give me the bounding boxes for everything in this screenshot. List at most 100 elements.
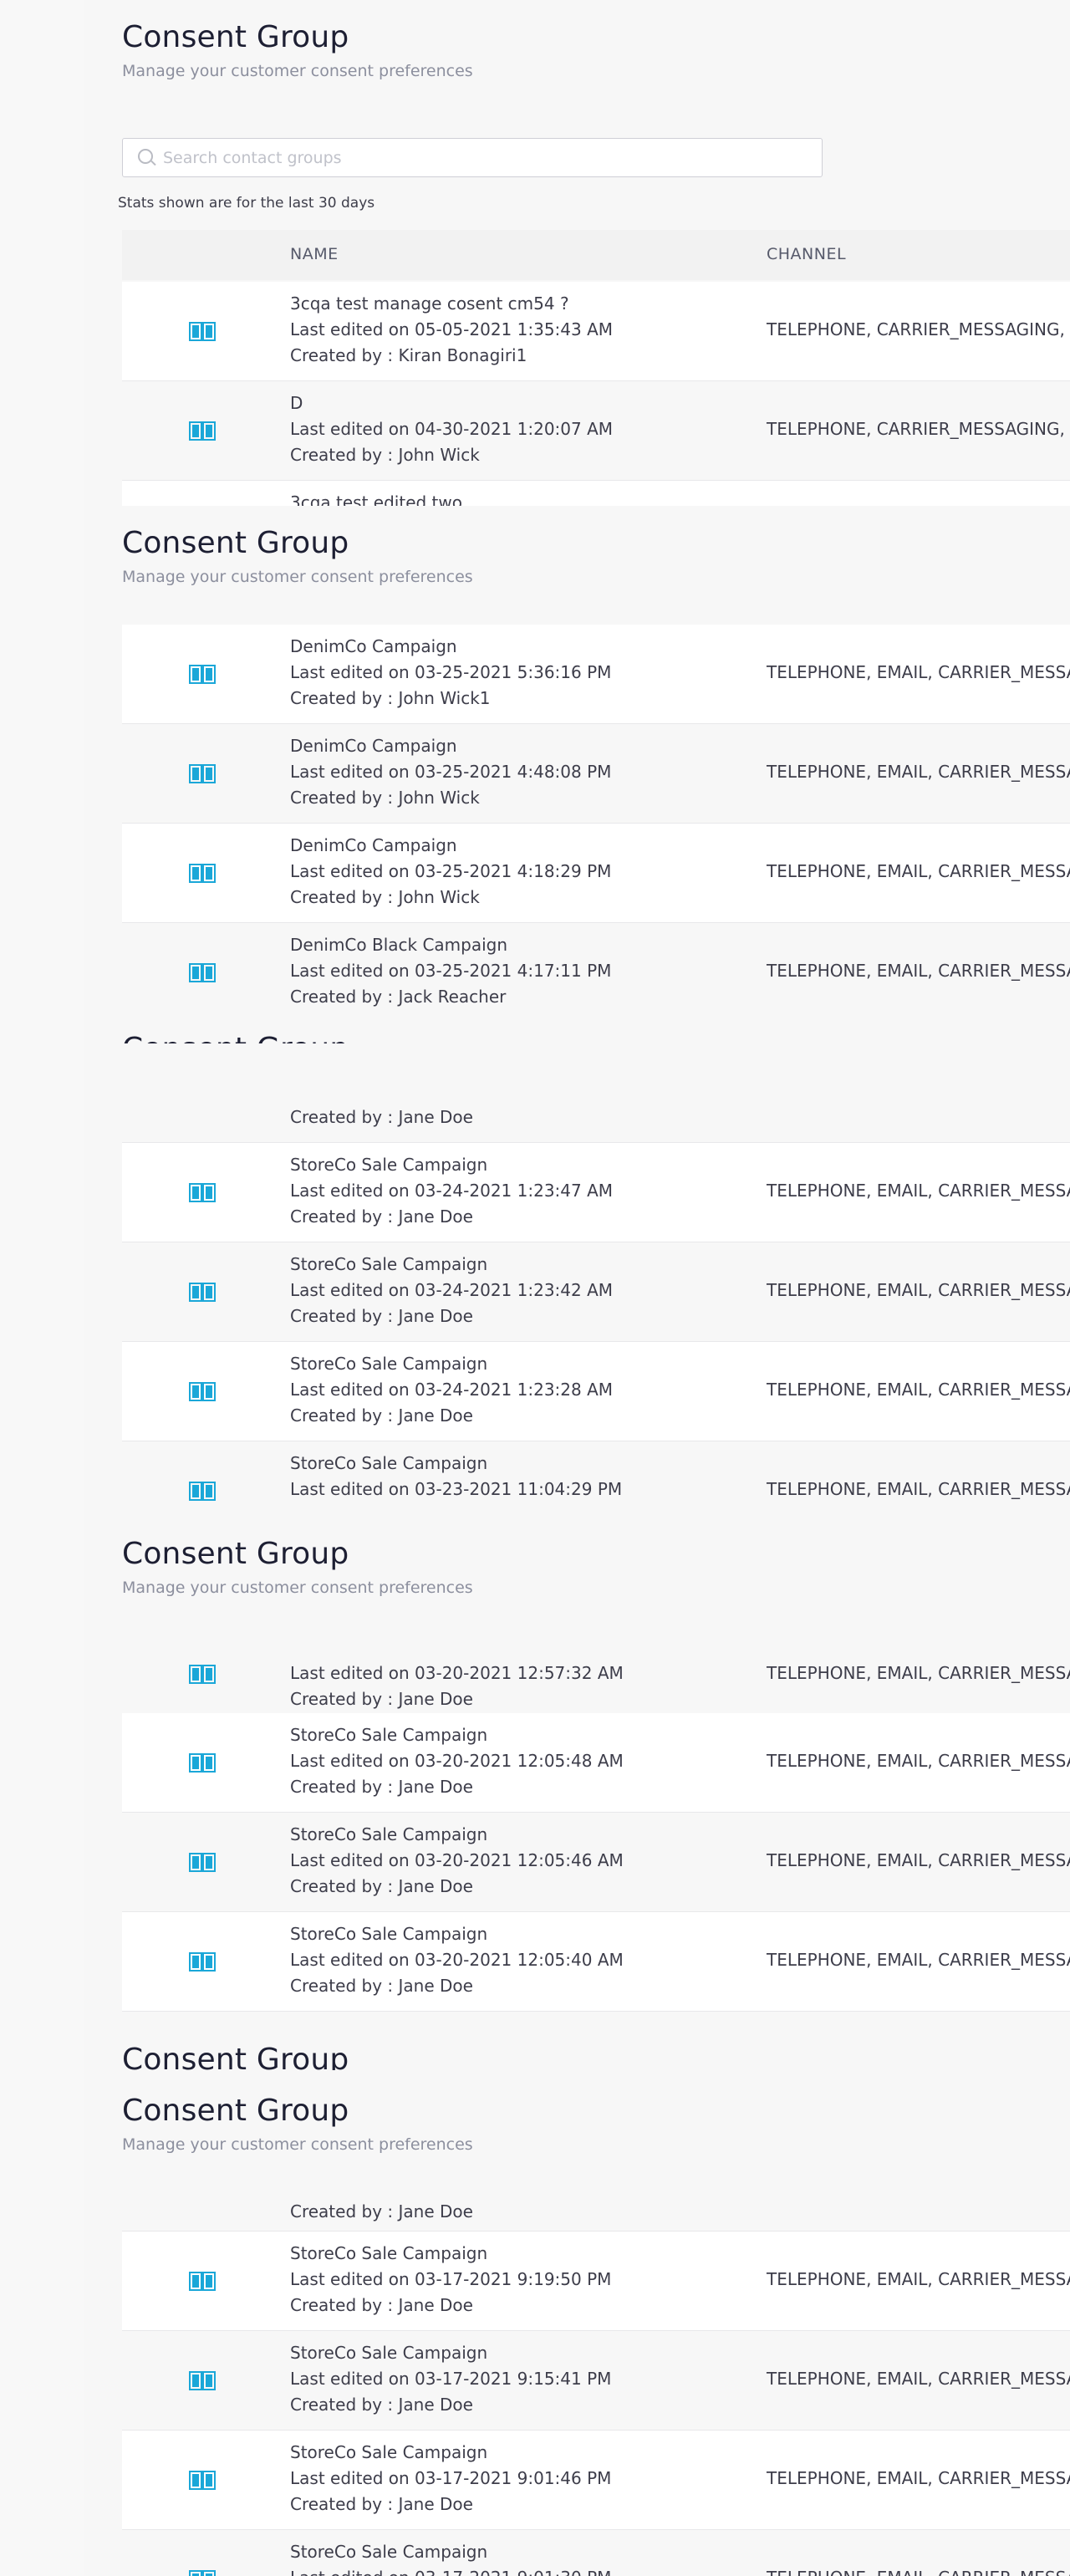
- row-channels: TELEPHONE, EMAIL, CARRIER_MESSAGING: [767, 961, 1070, 981]
- row-creator: Created by : Jane Doe: [290, 1689, 473, 1709]
- table-row[interactable]: StoreCo Sale Campaign Last edited on 03-…: [122, 2232, 1070, 2331]
- open-book-icon: [189, 963, 216, 982]
- table-row[interactable]: StoreCo Sale Campaign Last edited on 03-…: [122, 1713, 1070, 1813]
- open-book-icon: [189, 2570, 216, 2576]
- table-row[interactable]: 3cqa test manage cosent cm54 ? Last edit…: [122, 282, 1070, 381]
- table-row[interactable]: DenimCo Campaign Last edited on 03-25-20…: [122, 824, 1070, 923]
- row-creator: Created by : Jane Doe: [290, 1976, 473, 1996]
- table-row[interactable]: Last edited on 03-20-2021 12:57:32 AM Cr…: [122, 1613, 1070, 1726]
- row-name[interactable]: DenimCo Campaign: [290, 636, 457, 656]
- row-name[interactable]: StoreCo Sale Campaign: [290, 2542, 487, 2562]
- row-edited: Last edited on 03-20-2021 12:05:40 AM: [290, 1950, 624, 1970]
- page-subtitle: Manage your customer consent preferences: [122, 2135, 473, 2154]
- table-row[interactable]: DenimCo Black Campaign Last edited on 03…: [122, 923, 1070, 1012]
- row-creator: Created by : John Wick: [290, 887, 480, 907]
- row-channels: TELEPHONE, EMAIL, CARRIER_MESSAGING: [767, 662, 1070, 682]
- row-channels: TELEPHONE, EMAIL, CARRIER_MESSAGING: [767, 2269, 1070, 2289]
- row-channels: TELEPHONE, CARRIER_MESSAGING, EMAIL: [767, 319, 1070, 339]
- page-title: Consent Group: [122, 1537, 349, 1571]
- row-name[interactable]: StoreCo Sale Campaign: [290, 1155, 487, 1175]
- screen-frame-5: Consent Group Manage your customer conse…: [0, 2070, 1070, 2576]
- row-edited: Last edited on 03-24-2021 1:23:47 AM: [290, 1181, 614, 1201]
- row-edited: Last edited on 03-25-2021 4:48:08 PM: [290, 762, 612, 782]
- table-row[interactable]: Created by : Jane Doe: [122, 1043, 1070, 1143]
- page-title: Consent Group: [122, 526, 349, 560]
- screen-frame-4: Consent Group Manage your customer conse…: [0, 1517, 1070, 2070]
- open-book-icon: [189, 2371, 216, 2390]
- row-name[interactable]: StoreCo Sale Campaign: [290, 1254, 487, 1274]
- row-name[interactable]: D: [290, 393, 303, 413]
- row-creator: Created by : Jane Doe: [290, 1876, 473, 1896]
- row-name[interactable]: StoreCo Sale Campaign: [290, 1725, 487, 1745]
- page-title: Consent Group: [122, 2043, 349, 2070]
- page-subtitle: Manage your customer consent preferences: [122, 62, 473, 80]
- table-row[interactable]: 3cqa test edited two: [122, 481, 1070, 506]
- row-creator: Created by : Kiran Bonagiri1: [290, 345, 527, 365]
- open-book-icon: [189, 1482, 216, 1501]
- table-row[interactable]: DenimCo Campaign Last edited on 03-25-20…: [122, 625, 1070, 724]
- row-channels: TELEPHONE, EMAIL, CARRIER_MESSAGING: [767, 1380, 1070, 1400]
- row-name[interactable]: StoreCo Sale Campaign: [290, 2243, 487, 2263]
- row-channels: TELEPHONE, EMAIL, CARRIER_MESSAGING: [767, 1751, 1070, 1771]
- page-subtitle: Manage your customer consent preferences: [122, 1579, 473, 1597]
- row-channels: TELEPHONE, EMAIL, CARRIER_MESSAGING: [767, 2568, 1070, 2576]
- row-channels: TELEPHONE, EMAIL, CARRIER_MESSAGING: [767, 1181, 1070, 1201]
- row-name[interactable]: StoreCo Sale Campaign: [290, 1824, 487, 1844]
- row-name[interactable]: StoreCo Sale Campaign: [290, 1354, 487, 1374]
- page-title: Consent Group: [122, 2094, 349, 2128]
- row-creator: Created by : Jane Doe: [290, 1306, 473, 1326]
- row-name[interactable]: StoreCo Sale Campaign: [290, 2343, 487, 2363]
- table-row[interactable]: StoreCo Sale Campaign Last edited on 03-…: [122, 1912, 1070, 2012]
- table-row[interactable]: D Last edited on 04-30-2021 1:20:07 AM C…: [122, 381, 1070, 481]
- screen-frame-1: Consent Group Manage your customer conse…: [0, 0, 1070, 506]
- row-edited: Last edited on 03-20-2021 12:57:32 AM: [290, 1663, 624, 1683]
- stats-note: Stats shown are for the last 30 days: [118, 195, 375, 212]
- open-book-icon: [189, 2471, 216, 2490]
- open-book-icon: [189, 764, 216, 783]
- table-row[interactable]: StoreCo Sale Campaign Last edited on 03-…: [122, 1143, 1070, 1242]
- table-row[interactable]: Created by : Jane Doe: [122, 2163, 1070, 2232]
- open-book-icon: [189, 322, 216, 341]
- row-name[interactable]: 3cqa test manage cosent cm54 ?: [290, 293, 569, 314]
- row-creator: Created by : Jack Reacher: [290, 987, 507, 1007]
- row-creator: Created by : Jane Doe: [290, 2395, 473, 2415]
- row-name[interactable]: StoreCo Sale Campaign: [290, 2442, 487, 2462]
- column-header-channel: CHANNEL: [767, 245, 847, 263]
- row-channels: TELEPHONE, EMAIL, CARRIER_MESSAGING: [767, 1850, 1070, 1870]
- table-row[interactable]: DenimCo Campaign Last edited on 03-25-20…: [122, 724, 1070, 824]
- page-subtitle: Manage your customer consent preferences: [122, 568, 473, 586]
- row-creator: Created by : Jane Doe: [290, 1206, 473, 1227]
- row-edited: Last edited on 03-20-2021 12:05:48 AM: [290, 1751, 624, 1771]
- row-channels: TELEPHONE, EMAIL, CARRIER_MESSAGING: [767, 861, 1070, 881]
- row-name[interactable]: 3cqa test edited two: [290, 492, 462, 506]
- open-book-icon: [189, 1665, 216, 1684]
- row-channels: TELEPHONE, EMAIL, CARRIER_MESSAGING: [767, 1663, 1070, 1683]
- table-row[interactable]: StoreCo Sale Campaign Last edited on 03-…: [122, 1242, 1070, 1342]
- search-input[interactable]: [163, 147, 798, 169]
- row-name[interactable]: DenimCo Black Campaign: [290, 935, 507, 955]
- row-channels: TELEPHONE, EMAIL, CARRIER_MESSAGING: [767, 2369, 1070, 2389]
- row-creator: Created by : Jane Doe: [290, 2201, 473, 2221]
- search-box[interactable]: [122, 138, 823, 177]
- search-icon: [138, 149, 153, 164]
- table-row[interactable]: StoreCo Sale Campaign Last edited on 03-…: [122, 1813, 1070, 1912]
- table-header: NAME CHANNEL: [122, 230, 1070, 280]
- table-row[interactable]: StoreCo Sale Campaign Last edited on 03-…: [122, 2530, 1070, 2576]
- row-creator: Created by : Jane Doe: [290, 2295, 473, 2315]
- table-row[interactable]: StoreCo Sale Campaign Last edited on 03-…: [122, 2431, 1070, 2530]
- open-book-icon: [189, 2272, 216, 2291]
- table-row[interactable]: StoreCo Sale Campaign Last edited on 03-…: [122, 2331, 1070, 2431]
- row-name[interactable]: StoreCo Sale Campaign: [290, 1924, 487, 1944]
- row-name[interactable]: StoreCo Sale Campaign: [290, 1453, 487, 1473]
- open-book-icon: [189, 1382, 216, 1401]
- row-name[interactable]: DenimCo Campaign: [290, 835, 457, 855]
- row-creator: Created by : Jane Doe: [290, 1777, 473, 1797]
- row-edited: Last edited on 05-05-2021 1:35:43 AM: [290, 319, 614, 339]
- row-creator: Created by : Jane Doe: [290, 1107, 473, 1127]
- row-edited: Last edited on 03-25-2021 4:17:11 PM: [290, 961, 612, 981]
- open-book-icon: [189, 1952, 216, 1972]
- table-row[interactable]: StoreCo Sale Campaign Last edited on 03-…: [122, 1441, 1070, 1517]
- row-edited: Last edited on 03-25-2021 4:18:29 PM: [290, 861, 612, 881]
- row-name[interactable]: DenimCo Campaign: [290, 736, 457, 756]
- table-row[interactable]: StoreCo Sale Campaign Last edited on 03-…: [122, 1342, 1070, 1441]
